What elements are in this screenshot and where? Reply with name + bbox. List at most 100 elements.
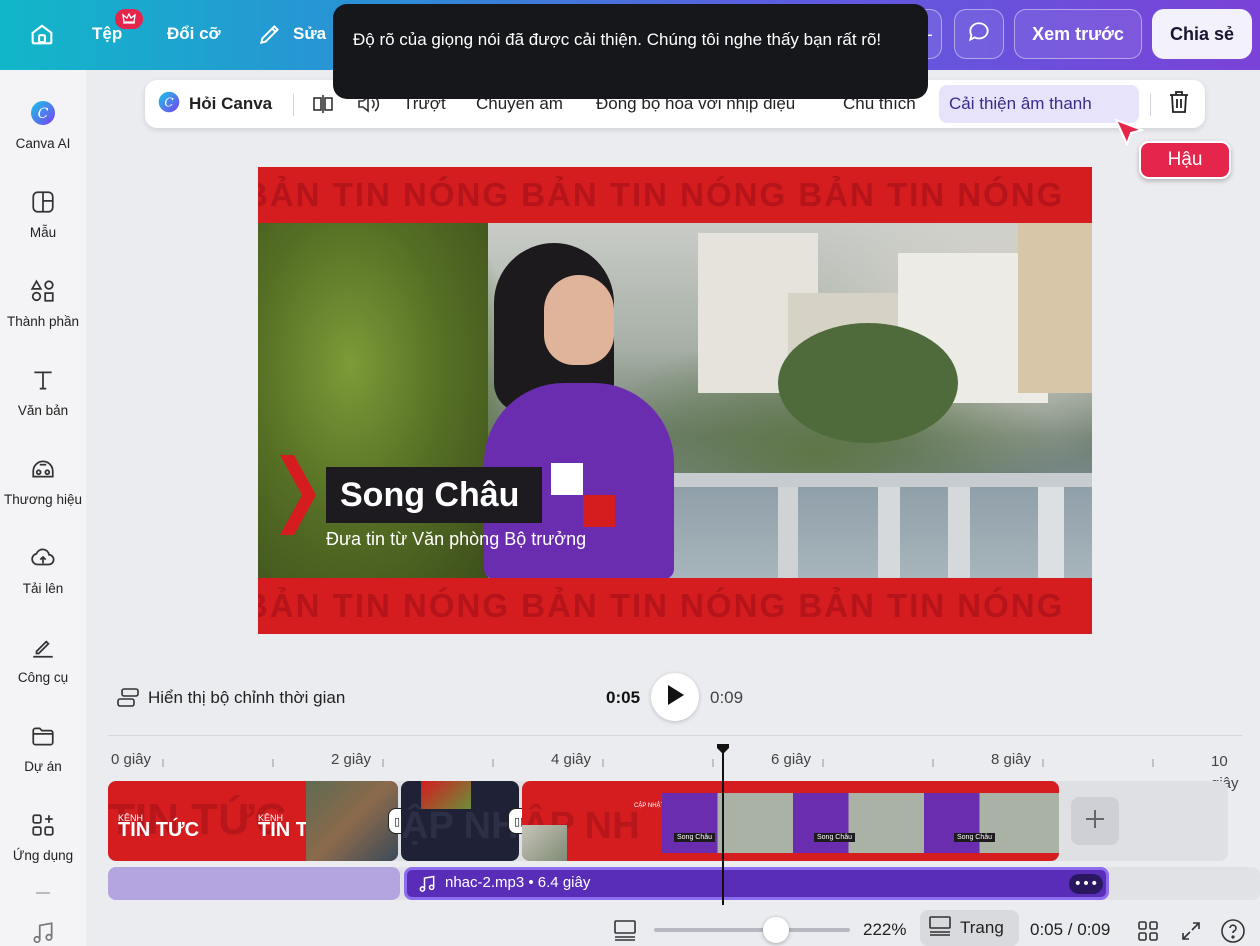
sidebar-item-text[interactable]: Văn bản: [0, 351, 86, 431]
audio-clip-inactive[interactable]: [108, 867, 400, 900]
audio-clip-selected[interactable]: nhac-2.mp3 • 6.4 giây •••: [404, 867, 1109, 900]
sidebar-item-tools[interactable]: Công cụ: [0, 618, 86, 698]
reporter-name: Song Châu: [340, 475, 520, 514]
folder-icon: [28, 721, 58, 751]
resize-button[interactable]: Đổi cỡ: [167, 14, 221, 54]
ruler-divider: [108, 735, 1242, 736]
text-icon: [28, 365, 58, 395]
home-icon: [28, 20, 56, 48]
share-button[interactable]: Chia sẻ: [1152, 9, 1252, 59]
sidebar-item-templates[interactable]: Mẫu: [0, 173, 86, 253]
current-time: 0:05: [606, 688, 640, 708]
time-readout: 0:05 / 0:09: [1030, 920, 1110, 940]
page-view-button[interactable]: Trang: [920, 910, 1019, 946]
clip-reporter[interactable]: ẬP NH CẬP NHẬT Song Châu Song Châu Song …: [522, 781, 1059, 861]
crown-icon: [122, 10, 136, 29]
plus-icon: [1084, 808, 1106, 834]
toast-notification: Độ rõ của giọng nói đã được cải thiện. C…: [333, 4, 928, 99]
help-icon[interactable]: [1220, 918, 1246, 946]
sidebar-label: Công cụ: [17, 670, 69, 685]
split-icon[interactable]: [311, 80, 335, 128]
subtitle-text: Đưa tin từ Văn phòng Bộ trưởng: [326, 529, 587, 549]
play-button[interactable]: [651, 673, 699, 721]
more-options-icon[interactable]: •••: [1069, 874, 1103, 894]
sidebar-divider: [36, 892, 50, 894]
sidebar-label: Văn bản: [17, 403, 69, 418]
sidebar-item-brand[interactable]: Thương hiệu: [0, 440, 86, 520]
canva-ai-icon: C: [28, 98, 58, 128]
ruler-ticks: [162, 759, 1154, 767]
lower-third-subtitle[interactable]: Đưa tin từ Văn phòng Bộ trưởng: [326, 529, 586, 550]
railing-post: [1038, 487, 1064, 579]
svg-text:C: C: [164, 95, 173, 109]
add-clip-button[interactable]: [1071, 797, 1119, 845]
toolbar-divider: [293, 94, 294, 116]
delete-button[interactable]: [1167, 80, 1191, 128]
zoom-slider-thumb[interactable]: [762, 917, 789, 943]
ask-canva-label: Hỏi Canva: [189, 94, 273, 113]
elements-icon: [28, 276, 58, 306]
comment-button[interactable]: [954, 9, 1004, 59]
pencil-icon: [257, 21, 283, 47]
sidebar-label: Thành phần: [6, 314, 80, 329]
decor-square: [583, 495, 615, 527]
clip-intro-news[interactable]: TIN TỨC KÊNH TIN TỨC KÊNH TIN TỨC: [108, 781, 398, 861]
svg-text:C: C: [38, 106, 49, 122]
timeline-editor-icon[interactable]: [115, 686, 141, 714]
clip-thumbnail: [522, 825, 567, 861]
decor-square: [551, 463, 583, 495]
clip-update-dark[interactable]: ẬP NH: [401, 781, 519, 861]
page-view-icon[interactable]: [612, 918, 638, 946]
music-icon[interactable]: [30, 920, 56, 946]
time-readout-text: 0:05 / 0:09: [1030, 920, 1111, 939]
resize-label: Đổi cỡ: [167, 24, 221, 43]
collaborator-tag: Hậu: [1139, 141, 1231, 179]
clip-bg-text: ẬP NH: [401, 805, 519, 847]
sidebar-label: Dự án: [24, 759, 62, 774]
playhead[interactable]: [722, 745, 724, 905]
sidebar-item-upload[interactable]: Tải lên: [0, 529, 86, 609]
preview-label: Xem trước: [1032, 23, 1124, 44]
preview-button[interactable]: Xem trước: [1014, 9, 1142, 59]
playhead-marker-icon[interactable]: [716, 740, 730, 759]
fullscreen-icon[interactable]: [1180, 920, 1202, 946]
apps-icon: [28, 810, 58, 840]
sidebar-item-apps[interactable]: Ứng dụng: [0, 796, 86, 876]
lower-third-name[interactable]: Song Châu: [326, 467, 542, 523]
ask-canva-button[interactable]: C Hỏi Canva: [157, 80, 272, 128]
grid-view-icon[interactable]: [1137, 920, 1159, 946]
face-shape: [544, 275, 614, 365]
sidebar-label: Mẫu: [29, 225, 57, 240]
railing-post: [878, 487, 900, 579]
upload-icon: [28, 543, 58, 573]
zoom-slider[interactable]: [654, 917, 850, 943]
headline-band-top: BẢN TIN NÓNG BẢN TIN NÓNG BẢN TIN NÓNG: [258, 167, 1092, 223]
building-shape: [1018, 223, 1092, 393]
background-photo: [258, 223, 1092, 579]
sidebar-item-canva-ai[interactable]: C Canva AI: [0, 84, 86, 164]
file-menu-label: Tệp: [92, 24, 123, 43]
show-timeline-editor-label: Hiển thị bộ chỉnh thời gian: [148, 688, 346, 707]
show-timeline-editor[interactable]: Hiển thị bộ chỉnh thời gian: [148, 688, 345, 708]
thumb-name: Song Châu: [954, 833, 996, 842]
total-time-text: 0:09: [710, 688, 744, 707]
template-icon: [28, 187, 58, 217]
enhance-audio-button[interactable]: Cải thiện âm thanh: [939, 85, 1139, 123]
current-time-text: 0:05: [606, 688, 641, 707]
edit-button[interactable]: Sửa: [257, 14, 326, 54]
zoom-level[interactable]: 222%: [863, 920, 906, 940]
home-button[interactable]: [28, 14, 56, 54]
total-time: 0:09: [710, 688, 743, 708]
chevron-logo-icon: [280, 455, 320, 539]
page-view-label: Trang: [960, 918, 1004, 937]
sidebar-item-projects[interactable]: Dự án: [0, 707, 86, 787]
sidebar-item-elements[interactable]: Thành phần: [0, 262, 86, 342]
water-shape: [638, 473, 1092, 579]
design-canvas[interactable]: BẢN TIN NÓNG BẢN TIN NÓNG BẢN TIN NÓNG B…: [258, 167, 1092, 634]
thumb-name: Song Châu: [814, 833, 856, 842]
sidebar-label: Thương hiệu: [4, 492, 82, 507]
clip-thumbnail-street: [306, 781, 398, 861]
railing-post: [948, 487, 970, 579]
share-label: Chia sẻ: [1169, 23, 1235, 44]
clip-title: TIN TỨC: [118, 819, 200, 841]
